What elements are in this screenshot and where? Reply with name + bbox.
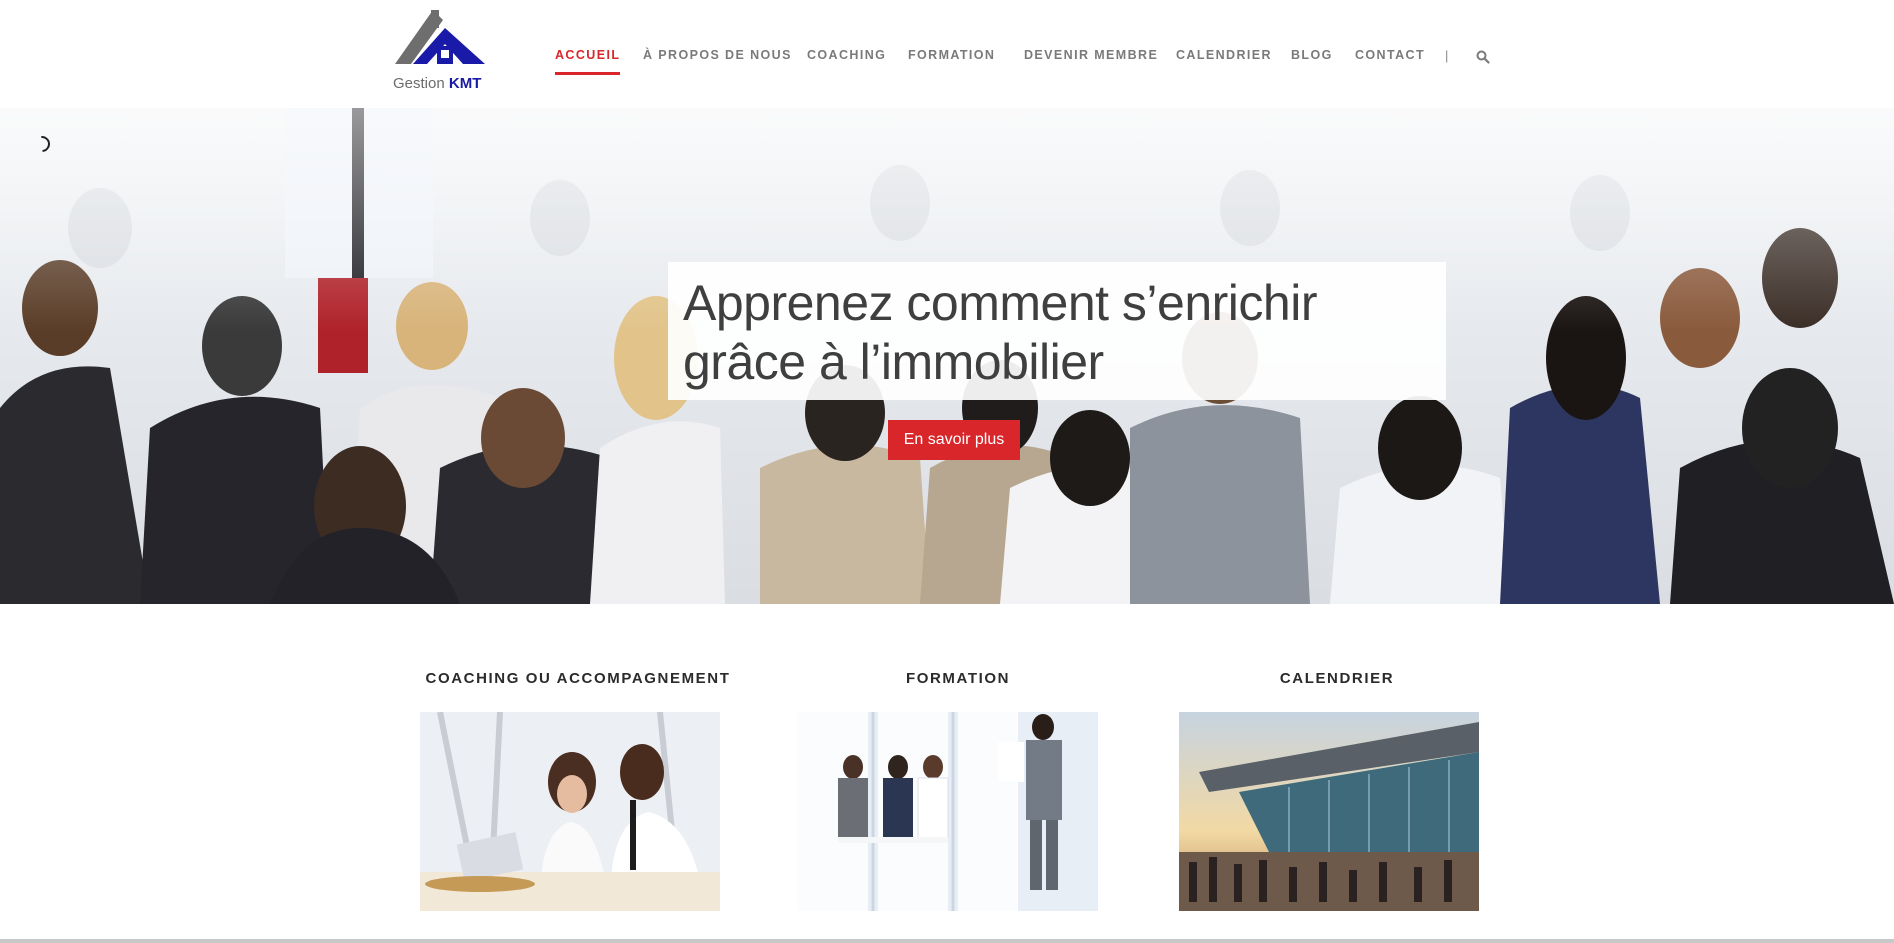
logo-name: Gestion xyxy=(393,75,445,92)
event-venue-photo[interactable] xyxy=(1179,712,1479,911)
hero-title-line-2: grâce à l’immobilier xyxy=(683,334,1104,390)
learn-more-button[interactable]: En savoir plus xyxy=(888,420,1020,460)
hero-title-box: Apprenez comment s’enrichir grâce à l’imm… xyxy=(668,262,1446,400)
nav-item-devenir-membre[interactable]: DEVENIR MEMBRE xyxy=(1024,48,1158,62)
house-logo-icon xyxy=(395,10,485,64)
logo-wordmark: Gestion KMT xyxy=(393,75,489,92)
logo-brand: KMT xyxy=(448,75,482,92)
coaching-meeting-photo[interactable] xyxy=(420,712,720,911)
site-header: Gestion KMT ACCUEIL À PROPOS DE NOUS COA… xyxy=(0,0,1894,108)
search-icon[interactable] xyxy=(1476,50,1490,64)
nav-item-blog[interactable]: BLOG xyxy=(1291,48,1333,62)
hero-banner: Apprenez comment s’enrichir grâce à l’imm… xyxy=(0,108,1894,604)
feature-title[interactable]: FORMATION xyxy=(798,670,1118,687)
training-session-photo[interactable] xyxy=(798,712,1098,911)
nav-item-calendrier[interactable]: CALENDRIER xyxy=(1176,48,1272,62)
hero-title: Apprenez comment s’enrichir grâce à l’imm… xyxy=(683,274,1443,392)
feature-title[interactable]: CALENDRIER xyxy=(1177,670,1497,687)
page-bottom-border xyxy=(0,939,1894,943)
nav-item-contact[interactable]: CONTACT xyxy=(1355,48,1425,62)
features-section: COACHING OU ACCOMPAGNEMENT FORMATION CAL… xyxy=(0,604,1894,943)
hero-title-line-1: Apprenez comment s’enrichir xyxy=(683,275,1318,331)
feature-title[interactable]: COACHING OU ACCOMPAGNEMENT xyxy=(418,670,738,687)
site-logo[interactable]: Gestion KMT xyxy=(393,6,489,94)
nav-item-coaching[interactable]: COACHING xyxy=(807,48,886,62)
nav-item-formation[interactable]: FORMATION xyxy=(908,48,995,62)
nav-item-a-propos[interactable]: À PROPOS DE NOUS xyxy=(643,48,792,62)
nav-item-accueil[interactable]: ACCUEIL xyxy=(555,48,621,75)
nav-separator: | xyxy=(1445,48,1449,63)
